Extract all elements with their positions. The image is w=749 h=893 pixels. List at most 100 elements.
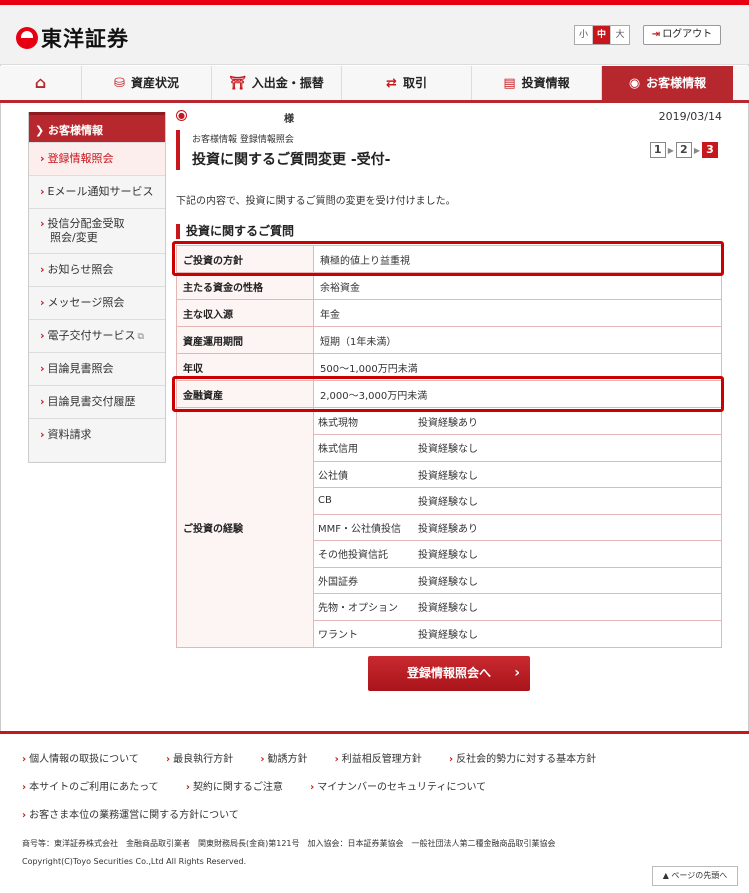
chevron-right-icon: › bbox=[166, 754, 171, 765]
footer-link[interactable]: › 勧誘方針 bbox=[260, 754, 319, 765]
current-date: 2019/03/14 bbox=[658, 110, 722, 123]
chevron-right-icon: › bbox=[40, 395, 45, 408]
chevron-right-icon: › bbox=[22, 810, 27, 821]
experience-item: 公社債 bbox=[314, 461, 414, 488]
sidebar-item-dividend[interactable]: › 投信分配金受取 照会/変更 bbox=[29, 208, 165, 253]
chevron-right-icon: › bbox=[40, 152, 45, 165]
footer-link[interactable]: › 最良執行方針 bbox=[166, 754, 245, 765]
sidebar-item-registration[interactable]: › 登録情報照会 bbox=[29, 142, 165, 175]
toyo-logo-icon bbox=[16, 27, 38, 49]
table-row: 主な収入源 年金 bbox=[176, 299, 722, 327]
sidebar-item-label: メッセージ照会 bbox=[47, 296, 125, 309]
sidebar-title: ❯ お客様情報 bbox=[29, 112, 165, 142]
footer-link[interactable]: › お客さま本位の業務運営に関する方針について bbox=[22, 810, 251, 821]
registration-info-button[interactable]: 登録情報照会へ › bbox=[368, 656, 530, 691]
chevron-right-icon: › bbox=[514, 665, 520, 681]
experience-item: 株式信用 bbox=[314, 434, 414, 462]
home-icon: ⌂ bbox=[34, 73, 47, 92]
footer-link[interactable]: › 個人情報の取扱について bbox=[22, 754, 151, 765]
row-label: 主たる資金の性格 bbox=[176, 272, 314, 300]
sidebar-item-label: 目論見書照会 bbox=[47, 362, 114, 375]
row-value: 余裕資金 bbox=[313, 272, 722, 300]
nav-customer-info[interactable]: ◉ お客様情報 bbox=[602, 66, 733, 100]
sidebar-item-label: 電子交付サービス bbox=[47, 329, 136, 342]
sidebar-item-prospectus-history[interactable]: › 目論見書交付履歴 bbox=[29, 385, 165, 418]
footer-link-label: 本サイトのご利用にあたって bbox=[29, 782, 159, 793]
nav-deposit-label: 入出金・振替 bbox=[251, 76, 324, 90]
experience-value: 投資経験なし bbox=[414, 593, 721, 621]
external-link-icon: ⧉ bbox=[137, 332, 144, 342]
sidebar-item-e-delivery[interactable]: › 電子交付サービス ⧉ bbox=[29, 319, 165, 352]
nav-trade[interactable]: ⇄ 取引 bbox=[342, 66, 472, 100]
font-size-small[interactable]: 小 bbox=[575, 26, 593, 44]
experience-row: CB 投資経験なし bbox=[314, 487, 721, 515]
chevron-right-icon: › bbox=[40, 185, 45, 198]
step-arrow-icon: ▶ bbox=[667, 145, 674, 155]
nav-customer-info-label: お客様情報 bbox=[646, 76, 707, 90]
chevron-right-icon: › bbox=[40, 263, 45, 276]
footer-link-label: お客さま本位の業務運営に関する方針について bbox=[29, 810, 239, 821]
experience-value: 投資経験なし bbox=[414, 540, 721, 568]
chevron-right-icon: › bbox=[260, 754, 265, 765]
site-logo[interactable]: 東洋証券 bbox=[16, 23, 129, 53]
font-size-large[interactable]: 大 bbox=[611, 26, 629, 44]
footer-link[interactable]: › 契約に関するご注意 bbox=[186, 782, 295, 793]
sidebar-item-documents[interactable]: › 資料請求 bbox=[29, 418, 165, 462]
nav-assets[interactable]: ⛁ 資産状況 bbox=[82, 66, 212, 100]
font-size-medium[interactable]: 中 bbox=[593, 26, 611, 44]
user-circle-icon: ◉ bbox=[628, 76, 641, 91]
chevron-right-icon: › bbox=[40, 428, 45, 441]
page-top-button[interactable]: ▲ ページの先頭へ bbox=[652, 866, 738, 886]
sidebar: ❯ お客様情報 › 登録情報照会 › Eメール通知サービス › 投信分配金受取 照会/変… bbox=[28, 112, 166, 463]
table-row: ご投資の経験 株式現物 投資経験あり 株式信用 投資経験なし 公社債 投資経験なし C… bbox=[176, 407, 722, 648]
experience-value: 投資経験なし bbox=[414, 461, 721, 488]
chevron-right-icon: › bbox=[22, 754, 27, 765]
footer-link-label: 勧誘方針 bbox=[267, 754, 308, 765]
row-label: 主な収入源 bbox=[176, 299, 314, 327]
chevron-right-icon: › bbox=[334, 754, 339, 765]
table-row: 資産運用期間 短期（1年未満） bbox=[176, 326, 722, 354]
chevron-circle-icon: ❯ bbox=[35, 124, 49, 137]
site-header: 東洋証券 小 中 大 ⇥ ログアウト bbox=[0, 5, 749, 65]
lead-text: 下記の内容で、投資に関するご質問の変更を受け付けました。 bbox=[176, 196, 456, 207]
experience-row: 先物・オプション 投資経験なし bbox=[314, 593, 721, 621]
row-label: ご投資の経験 bbox=[176, 407, 314, 648]
footer-links: › 個人情報の取扱について › 最良執行方針 › 勧誘方針 › 利益相反管理方針 › 反社… bbox=[22, 746, 732, 830]
footer-link[interactable]: › 本サイトのご利用にあたって bbox=[22, 782, 171, 793]
experience-row: 株式信用 投資経験なし bbox=[314, 434, 721, 462]
experience-row: MMF・公社債投信 投資経験あり bbox=[314, 514, 721, 541]
experience-cell: 株式現物 投資経験あり 株式信用 投資経験なし 公社債 投資経験なし CB 投資経験なし… bbox=[313, 407, 722, 648]
page-title-box: お客様情報 登録情報照会 投資に関するご質問変更 -受付- 1 ▶ 2 ▶ 3 bbox=[176, 130, 722, 170]
footer-link[interactable]: › 反社会的勢力に対する基本方針 bbox=[449, 754, 608, 765]
step-1: 1 bbox=[649, 142, 666, 158]
footer-link[interactable]: › マイナンバーのセキュリティについて bbox=[310, 782, 498, 793]
nav-investment-info[interactable]: ▤ 投資情報 bbox=[472, 66, 602, 100]
experience-value: 投資経験あり bbox=[414, 514, 721, 541]
footer-link[interactable]: › 利益相反管理方針 bbox=[335, 754, 434, 765]
sidebar-item-sublabel: 照会/変更 bbox=[50, 231, 98, 244]
page-top-label: ページの先頭へ bbox=[671, 871, 728, 880]
sidebar-item-label: お知らせ照会 bbox=[47, 263, 114, 276]
experience-value: 投資経験なし bbox=[418, 630, 478, 641]
highlight-box-policy bbox=[172, 241, 724, 276]
experience-item: ワラント bbox=[318, 630, 358, 641]
sidebar-item-prospectus[interactable]: › 目論見書照会 bbox=[29, 352, 165, 385]
copyright: Copyright(C)Toyo Securities Co.,Ltd All … bbox=[22, 857, 247, 866]
nav-home[interactable]: ⌂ bbox=[0, 66, 82, 100]
font-size-switcher: 小 中 大 bbox=[574, 25, 630, 45]
step-3: 3 bbox=[702, 142, 718, 158]
logout-button[interactable]: ⇥ ログアウト bbox=[643, 25, 721, 45]
logout-icon: ⇥ bbox=[651, 29, 661, 40]
sidebar-item-email[interactable]: › Eメール通知サービス bbox=[29, 175, 165, 208]
sidebar-item-notices[interactable]: › お知らせ照会 bbox=[29, 253, 165, 286]
chevron-right-icon: › bbox=[185, 782, 190, 793]
chevron-right-icon: › bbox=[22, 782, 27, 793]
sidebar-item-messages[interactable]: › メッセージ照会 bbox=[29, 286, 165, 319]
logout-label: ログアウト bbox=[662, 29, 713, 40]
user-name-suffix: 様 bbox=[284, 114, 294, 125]
experience-item: その他投資信託 bbox=[314, 540, 414, 568]
footer-link-label: 利益相反管理方針 bbox=[341, 754, 422, 765]
registration-info-button-label: 登録情報照会へ bbox=[406, 666, 491, 680]
nav-deposit[interactable]: ⛩ 入出金・振替 bbox=[212, 66, 342, 100]
breadcrumb: お客様情報 登録情報照会 bbox=[192, 135, 294, 145]
